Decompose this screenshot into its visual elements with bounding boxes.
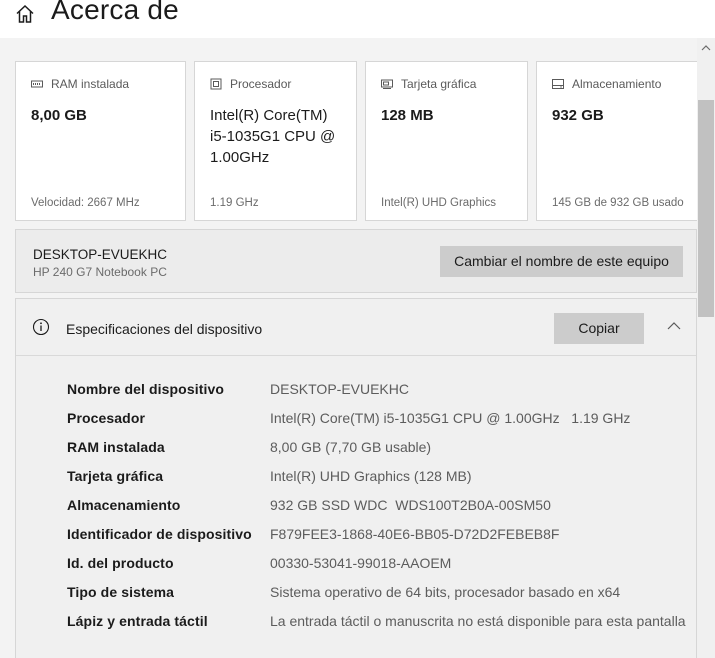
specifications-title: Especificaciones del dispositivo <box>66 321 263 337</box>
spec-value: 00330-53041-99018-AAOEM <box>270 555 452 571</box>
cpu-icon <box>210 78 222 90</box>
card-value: Intel(R) Core(TM) i5-1035G1 CPU @ 1.00GH… <box>210 107 336 166</box>
card-graphics: Tarjeta gráfica 128 MB Intel(R) UHD Grap… <box>365 61 528 221</box>
copy-button[interactable]: Copiar <box>554 313 644 344</box>
card-label: Tarjeta gráfica <box>401 77 477 91</box>
info-icon <box>32 318 50 336</box>
spec-value: Intel(R) UHD Graphics (128 MB) <box>270 468 472 484</box>
device-model: HP 240 G7 Notebook PC <box>33 265 167 279</box>
spec-value: Sistema operativo de 64 bits, procesador… <box>270 584 621 600</box>
spec-row: Tipo de sistema Sistema operativo de 64 … <box>67 584 687 613</box>
spec-value: Intel(R) Core(TM) i5-1035G1 CPU @ 1.00GH… <box>270 410 631 426</box>
rename-pc-button[interactable]: Cambiar el nombre de este equipo <box>440 246 683 277</box>
spec-label: Nombre del dispositivo <box>67 381 224 397</box>
card-footer: Velocidad: 2667 MHz <box>31 197 140 209</box>
gpu-icon <box>381 79 393 89</box>
card-value: 128 MB <box>381 107 434 124</box>
card-footer: 145 GB de 932 GB usado <box>552 197 684 209</box>
spec-row: Lápiz y entrada táctil La entrada táctil… <box>67 613 687 642</box>
chevron-up-icon[interactable] <box>667 321 681 331</box>
card-label: RAM instalada <box>51 77 130 91</box>
vertical-scrollbar[interactable] <box>697 38 715 658</box>
spec-value: 932 GB SSD WDC WDS100T2B0A-00SM50 <box>270 497 551 513</box>
specifications-header[interactable]: Especificaciones del dispositivo Copiar <box>16 299 696 356</box>
card-storage: Almacenamiento 932 GB 145 GB de 932 GB u… <box>536 61 697 221</box>
spec-value: F879FEE3-1868-40E6-BB05-D72D2FEBEB8F <box>270 526 560 542</box>
page-header: Acerca de <box>0 0 715 38</box>
card-processor: Procesador Intel(R) Core(TM) i5-1035G1 C… <box>194 61 357 221</box>
scroll-up-arrow-icon[interactable] <box>701 44 711 52</box>
spec-label: Almacenamiento <box>67 497 181 513</box>
spec-value: La entrada táctil o manuscrita no está d… <box>270 613 686 629</box>
spec-row: RAM instalada 8,00 GB (7,70 GB usable) <box>67 439 687 468</box>
spec-row: Identificador de dispositivo F879FEE3-18… <box>67 526 687 555</box>
spec-label: Lápiz y entrada táctil <box>67 613 208 629</box>
card-ram: RAM instalada 8,00 GB Velocidad: 2667 MH… <box>15 61 186 221</box>
ram-icon <box>31 80 43 88</box>
card-label: Procesador <box>230 77 292 91</box>
device-name-section: DESKTOP-EVUEKHC HP 240 G7 Notebook PC Ca… <box>15 229 697 293</box>
spec-row: Almacenamiento 932 GB SSD WDC WDS100T2B0… <box>67 497 687 526</box>
storage-icon <box>552 79 564 89</box>
card-footer: Intel(R) UHD Graphics <box>381 197 497 209</box>
card-value: 8,00 GB <box>31 107 87 124</box>
card-value: 932 GB <box>552 107 604 124</box>
spec-row: Tarjeta gráfica Intel(R) UHD Graphics (1… <box>67 468 687 497</box>
card-label: Almacenamiento <box>572 77 662 91</box>
device-specifications-panel: Especificaciones del dispositivo Copiar … <box>15 298 697 658</box>
spec-label: RAM instalada <box>67 439 165 455</box>
spec-row: Procesador Intel(R) Core(TM) i5-1035G1 C… <box>67 410 687 439</box>
about-content: RAM instalada 8,00 GB Velocidad: 2667 MH… <box>0 38 697 658</box>
spec-label: Id. del producto <box>67 555 174 571</box>
device-name: DESKTOP-EVUEKHC <box>33 247 168 262</box>
spec-row: Id. del producto 00330-53041-99018-AAOEM <box>67 555 687 584</box>
specifications-list: Nombre del dispositivo DESKTOP-EVUEKHC P… <box>67 381 687 642</box>
spec-value: DESKTOP-EVUEKHC <box>270 381 409 397</box>
spec-row: Nombre del dispositivo DESKTOP-EVUEKHC <box>67 381 687 410</box>
spec-value: 8,00 GB (7,70 GB usable) <box>270 439 432 455</box>
page-title: Acerca de <box>51 0 179 25</box>
scrollbar-thumb[interactable] <box>698 100 714 317</box>
spec-label: Procesador <box>67 410 146 426</box>
spec-label: Tarjeta gráfica <box>67 468 164 484</box>
card-footer: 1.19 GHz <box>210 197 259 209</box>
home-icon[interactable] <box>14 3 36 25</box>
spec-label: Identificador de dispositivo <box>67 526 252 542</box>
spec-label: Tipo de sistema <box>67 584 175 600</box>
